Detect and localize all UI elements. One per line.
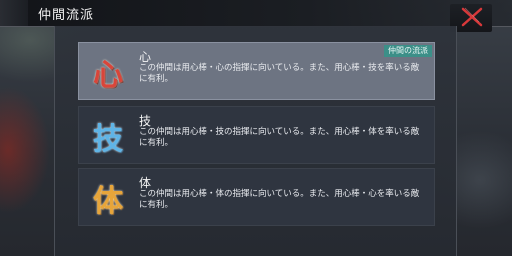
header-accent bbox=[0, 0, 28, 26]
style-description: この仲間は用心棒・体の指揮に向いている。また、用心棒・心を率いる敵に有利。 bbox=[139, 189, 420, 210]
companion-style-badge: 仲間の流派 bbox=[384, 45, 432, 57]
style-description: この仲間は用心棒・技の指揮に向いている。また、用心棒・体を率いる敵に有利。 bbox=[139, 127, 420, 148]
close-x-icon bbox=[461, 7, 483, 27]
style-card-tai[interactable]: 体 体 この仲間は用心棒・体の指揮に向いている。また、用心棒・心を率いる敵に有利… bbox=[78, 168, 435, 226]
gi-emblem-icon: 技 bbox=[93, 122, 123, 157]
header-bar: 仲間流派 bbox=[0, 0, 512, 27]
page-title: 仲間流派 bbox=[38, 8, 95, 23]
shin-emblem-icon: 心 bbox=[93, 58, 123, 93]
style-card-gi[interactable]: 技 技 この仲間は用心棒・技の指揮に向いている。また、用心棒・体を率いる敵に有利… bbox=[78, 106, 435, 164]
style-card-shin[interactable]: 心 心 仲間の流派 この仲間は用心棒・心の指揮に向いている。また、用心棒・技を率… bbox=[78, 42, 435, 100]
style-description: この仲間は用心棒・心の指揮に向いている。また、用心棒・技を率いる敵に有利。 bbox=[139, 63, 420, 84]
tai-emblem-icon: 体 bbox=[93, 184, 123, 219]
